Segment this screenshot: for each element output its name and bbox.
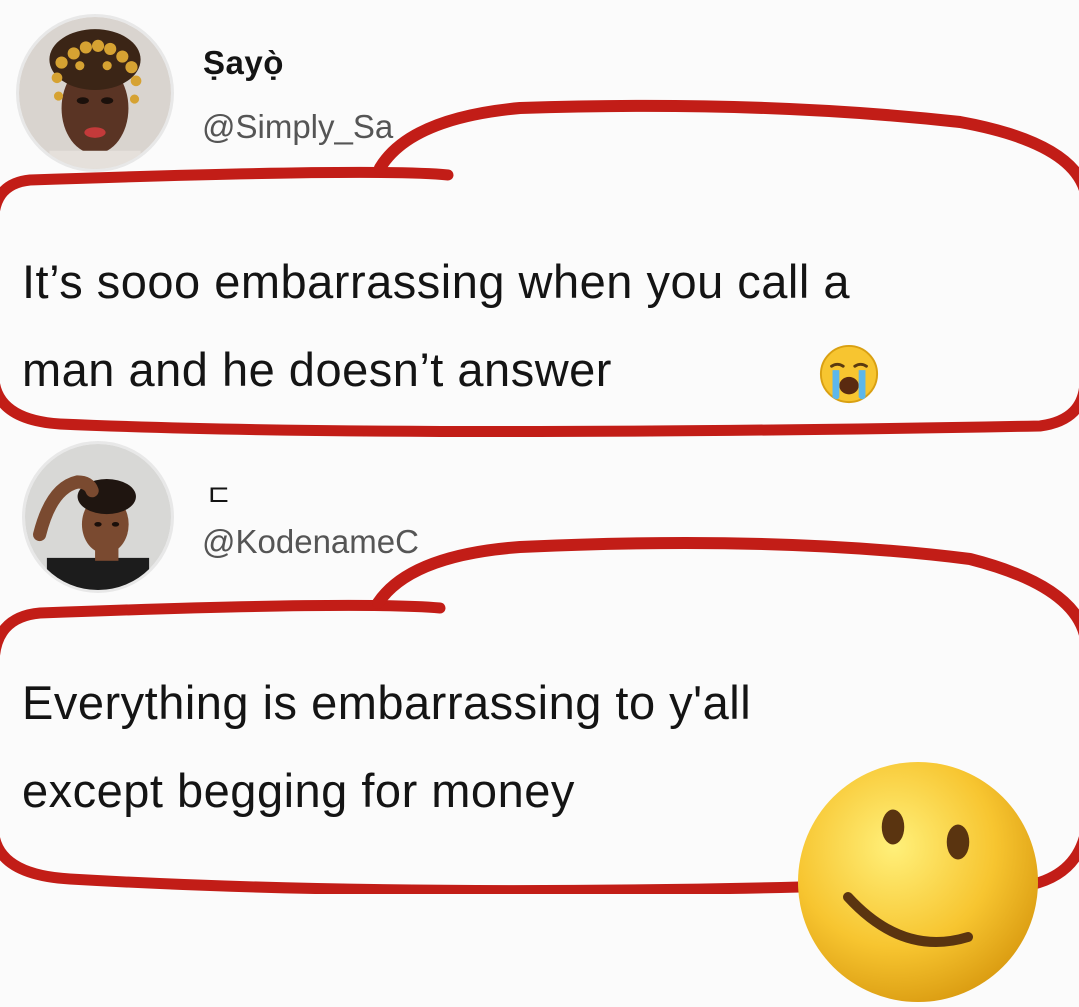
tweet-reply: ㄷ @KodenameC Everything is embarrassing … (0, 435, 1079, 1002)
avatar-photo-woman (19, 17, 171, 169)
tweet-text-line: except begging for money (22, 764, 575, 817)
tweet-text: Everything is embarrassing to y'all exce… (22, 659, 751, 835)
avatar-photo-man (25, 444, 171, 590)
upside-down-face-icon (798, 762, 1038, 1002)
handle[interactable]: @KodenameC (202, 523, 419, 561)
display-name[interactable]: ㄷ (205, 471, 233, 515)
display-name[interactable]: Ṣayọ̀ (203, 44, 284, 82)
avatar[interactable] (16, 14, 174, 172)
loudly-crying-face-icon (819, 344, 879, 404)
avatar[interactable] (22, 441, 174, 593)
tweet-original: Ṣayọ̀ @Simply_Sa It’s sooo embarrassing … (0, 0, 1079, 440)
handle[interactable]: @Simply_Sa (202, 108, 393, 146)
tweet-text-line: man and he doesn’t answer (22, 343, 612, 396)
tweet-text-line: It’s sooo embarrassing when you call a (22, 255, 851, 308)
tweet-text: It’s sooo embarrassing when you call a m… (22, 238, 850, 414)
tweet-text-line: Everything is embarrassing to y'all (22, 676, 752, 729)
